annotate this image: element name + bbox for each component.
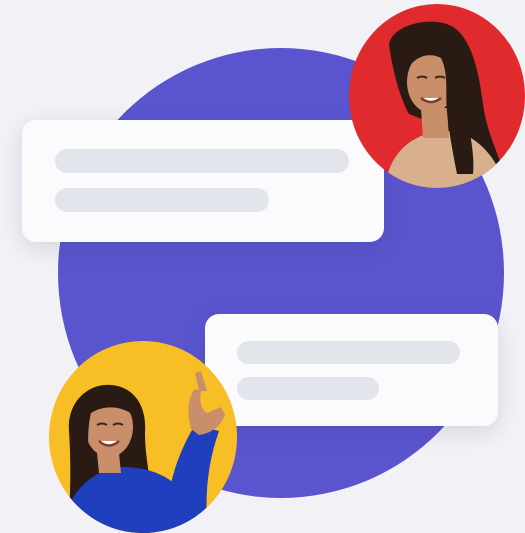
placeholder-text-line (237, 377, 379, 400)
placeholder-text-line (237, 341, 460, 364)
chat-bubble-outgoing (205, 314, 498, 426)
woman-in-blue-sweater-pointing-avatar (49, 341, 237, 533)
woman-with-long-dark-hair-avatar (349, 4, 525, 188)
placeholder-text-line (55, 188, 269, 212)
chat-bubble-incoming (22, 120, 384, 242)
illustration-canvas (0, 0, 525, 533)
placeholder-text-line (55, 149, 349, 173)
